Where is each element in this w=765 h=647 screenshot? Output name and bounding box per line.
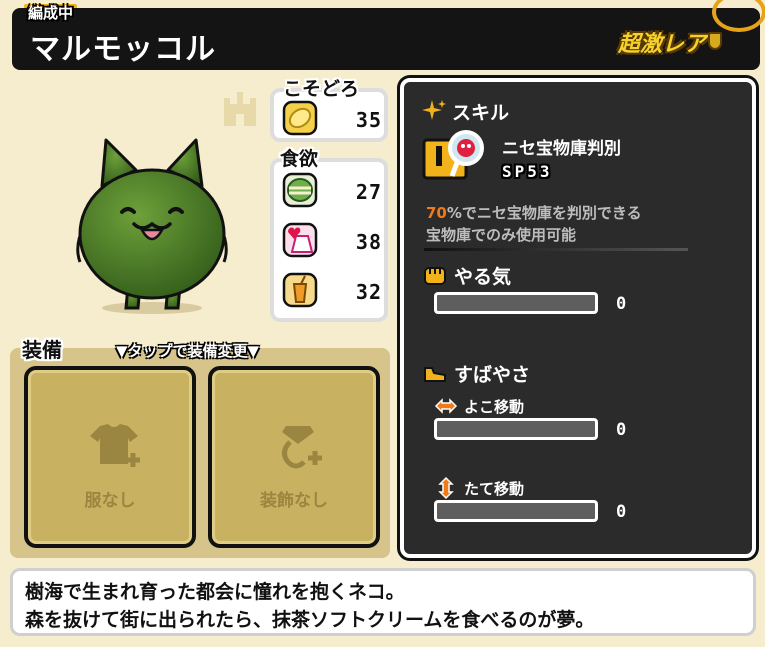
skill-percent: 70 <box>426 204 447 222</box>
appetite-value-2: 38 <box>355 230 382 254</box>
skill-description: 70%でニセ宝物庫を判別できる 宝物庫でのみ使用可能 <box>426 202 642 246</box>
horizontal-move-bar <box>434 418 598 440</box>
sneak-row: 35 <box>282 100 388 140</box>
header-bar: 編成中 マルモッコル 超激レア <box>12 0 765 70</box>
horizontal-arrow-icon <box>434 398 458 414</box>
heart-dessert-icon <box>282 222 318 258</box>
skill-sp: SP53 <box>502 162 553 181</box>
equip-title: 装備 <box>22 338 62 362</box>
treasure-check-icon <box>422 130 484 180</box>
description-box: 樹海で生まれ育った都会に憧れを抱くネコ。 森を抜けて街に出られたら、抹茶ソフトク… <box>10 568 756 636</box>
appetite-row-1: 27 <box>282 172 388 212</box>
appetite-value-3: 32 <box>355 280 382 304</box>
skill-title: スキル <box>452 102 510 124</box>
equip-hint: ▼タップで装備変更▼ <box>116 342 260 360</box>
accessory-slot-button[interactable]: 装飾なし <box>208 366 380 548</box>
motivation-title: やる気 <box>454 266 512 288</box>
corner-ring-icon[interactable] <box>712 0 765 32</box>
accessory-slot-label: 装飾なし <box>260 491 328 511</box>
sparkle-icon <box>422 100 446 120</box>
description-line-2: 森を抜けて街に出られたら、抹茶ソフトクリームを食べるのが夢。 <box>25 609 595 631</box>
motivation-value: 0 <box>616 294 627 314</box>
appetite-value-1: 27 <box>355 180 382 204</box>
rarity-shield-icon <box>708 32 722 50</box>
castle-icon <box>224 92 256 126</box>
fist-icon <box>424 267 446 285</box>
description-line-1: 樹海で生まれ育った都会に憧れを抱くネコ。 <box>25 581 405 603</box>
character-name: マルモッコル <box>30 32 216 67</box>
cat-character[interactable] <box>72 136 232 316</box>
skill-divider <box>424 248 688 251</box>
vertical-move-value: 0 <box>616 502 627 522</box>
vertical-move-label: たて移動 <box>464 480 525 498</box>
matcha-cake-icon <box>282 172 318 208</box>
horizontal-move-value: 0 <box>616 420 627 440</box>
appetite-title: 食欲 <box>280 148 319 170</box>
rarity-label: 超激レア <box>617 32 706 57</box>
skill-name: ニセ宝物庫判別 <box>502 139 621 159</box>
clothes-slot-label: 服なし <box>84 491 136 511</box>
drink-cup-icon <box>282 272 318 308</box>
gold-coin-icon <box>282 100 318 136</box>
speed-title: すばやさ <box>454 364 531 386</box>
sneak-value: 35 <box>355 108 382 132</box>
horizontal-move-label: よこ移動 <box>464 398 525 416</box>
skill-desc-line1: %でニセ宝物庫を判別できる <box>446 204 642 222</box>
shirt-plus-icon <box>90 424 140 467</box>
appetite-row-2: 38 <box>282 222 388 262</box>
jewel-plus-icon <box>282 426 322 469</box>
motivation-bar <box>434 292 598 314</box>
vertical-arrow-icon <box>438 476 454 500</box>
vertical-move-bar <box>434 500 598 522</box>
skill-desc-line2: 宝物庫でのみ使用可能 <box>426 226 577 244</box>
clothes-slot-button[interactable]: 服なし <box>24 366 196 548</box>
sneak-title: こそどろ <box>283 78 360 100</box>
skill-panel: スキル ニセ宝物庫判別 SP53 70%でニセ宝物庫を判別できる 宝物庫でのみ使… <box>400 78 756 558</box>
status-tag: 編成中 <box>23 4 78 22</box>
appetite-row-3: 32 <box>282 272 388 312</box>
shoe-icon <box>424 367 446 382</box>
